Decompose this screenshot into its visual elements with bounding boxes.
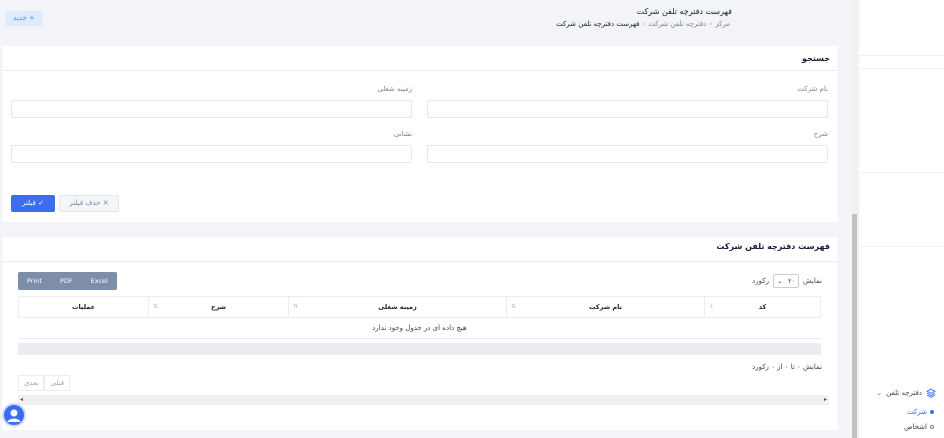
address-input[interactable] bbox=[11, 145, 412, 163]
column-header-code[interactable]: کد ↓ bbox=[704, 296, 821, 318]
show-prefix: نمایش bbox=[802, 277, 822, 285]
chevron-down-icon: ⌄ bbox=[876, 389, 883, 397]
sidebar-item-phonebook[interactable]: دفترچه تلفن ⌄ bbox=[876, 388, 936, 398]
filter-button[interactable]: ✓ فیلتر bbox=[11, 195, 55, 212]
company-name-label: نام شرکت bbox=[797, 85, 828, 93]
bullet-icon bbox=[930, 425, 934, 429]
excel-button[interactable]: Excel bbox=[82, 272, 117, 290]
sidebar-item-label: دفترچه تلفن bbox=[886, 389, 922, 397]
sidebar: دفترچه تلفن ⌄ شرکت اشخاص bbox=[858, 0, 944, 438]
table-footer-bar bbox=[18, 343, 821, 355]
search-card: جستجو نام شرکت زمینه شغلی شرح نشانی ✓ فی… bbox=[2, 46, 838, 222]
export-button-group: Print PDF Excel bbox=[18, 272, 117, 290]
breadcrumb-item-home[interactable]: مرکز bbox=[715, 20, 730, 28]
column-label: شرح bbox=[210, 303, 227, 311]
divider bbox=[2, 70, 838, 71]
support-avatar-button[interactable] bbox=[2, 403, 26, 427]
divider bbox=[2, 261, 838, 262]
address-label: نشانی bbox=[393, 130, 412, 138]
page-size-value: ۲۰ bbox=[788, 277, 795, 285]
sidebar-item-people[interactable]: اشخاص bbox=[904, 423, 934, 431]
next-page-button[interactable]: بعدی bbox=[18, 375, 45, 391]
filter-button-label: فیلتر bbox=[22, 199, 36, 207]
scroll-right-icon[interactable]: ▸ bbox=[824, 396, 827, 403]
column-label: نام شرکت bbox=[588, 303, 622, 311]
column-label: زمینه شغلی bbox=[378, 303, 417, 311]
chevron-left-icon: › bbox=[709, 20, 713, 28]
description-input[interactable] bbox=[427, 145, 828, 163]
print-button[interactable]: Print bbox=[18, 272, 51, 290]
description-label: شرح bbox=[813, 130, 828, 138]
column-header-company-name[interactable]: نام شرکت ⇅ bbox=[506, 296, 705, 318]
company-name-input[interactable] bbox=[427, 100, 828, 118]
clear-filter-button[interactable]: ✕ حذف فیلتر bbox=[59, 195, 119, 212]
chevron-left-icon: › bbox=[642, 20, 646, 28]
pagination: قبلی بعدی bbox=[18, 375, 71, 391]
sidebar-item-label: اشخاص bbox=[904, 423, 927, 431]
table-header-row: کد ↓ نام شرکت ⇅ زمینه شغلی ⇅ شرح ⇅ عملیات bbox=[18, 296, 821, 318]
close-icon: ✕ bbox=[102, 199, 109, 207]
pdf-button[interactable]: PDF bbox=[51, 272, 82, 290]
scroll-left-icon[interactable]: ◂ bbox=[20, 396, 23, 403]
breadcrumb: مرکز›دفترچه تلفن شرکت›فهرست دفترچه تلفن … bbox=[556, 20, 730, 28]
column-header-business-field[interactable]: زمینه شغلی ⇅ bbox=[288, 296, 507, 318]
column-header-actions: عملیات bbox=[18, 296, 149, 318]
column-header-description[interactable]: شرح ⇅ bbox=[148, 296, 289, 318]
check-icon: ✓ bbox=[38, 199, 44, 207]
previous-page-button[interactable]: قبلی bbox=[44, 375, 71, 391]
main-content: فهرست دفترچه تلفن شرکت مرکز›دفترچه تلفن … bbox=[0, 0, 838, 438]
sidebar-item-company[interactable]: شرکت bbox=[907, 408, 934, 416]
breadcrumb-item-phonebook[interactable]: دفترچه تلفن شرکت bbox=[648, 20, 706, 28]
bullet-icon bbox=[930, 410, 934, 414]
divider bbox=[858, 172, 944, 173]
table-row-empty: هیچ داده ای در جدول وجود ندارد bbox=[18, 317, 821, 339]
list-card: فهرست دفترچه تلفن شرکت Print PDF Excel ن… bbox=[2, 237, 838, 430]
user-icon bbox=[7, 409, 21, 422]
column-label: عملیات bbox=[71, 303, 96, 311]
sort-icon: ⇅ bbox=[511, 303, 517, 310]
page-title: فهرست دفترچه تلفن شرکت bbox=[636, 7, 732, 16]
page-size-control: نمایش ۲۰ ⌄ رکورد bbox=[752, 273, 822, 289]
business-field-label: زمینه شغلی bbox=[377, 85, 412, 93]
clear-filter-label: حذف فیلتر bbox=[69, 199, 101, 207]
horizontal-scrollbar[interactable]: ◂ ▸ bbox=[18, 395, 829, 405]
page-size-select[interactable]: ۲۰ ⌄ bbox=[772, 274, 799, 288]
sort-icon: ⇅ bbox=[293, 303, 299, 310]
table-info: نمایش ۰ تا ۰ از ۰ رکورد bbox=[752, 363, 822, 371]
sidebar-item-label: شرکت bbox=[907, 408, 927, 416]
vertical-scroll-thumb[interactable] bbox=[852, 214, 857, 438]
business-field-input[interactable] bbox=[11, 100, 412, 118]
chevron-down-icon: ⌄ bbox=[776, 277, 783, 285]
breadcrumb-item-current: فهرست دفترچه تلفن شرکت bbox=[556, 20, 640, 28]
sort-desc-icon: ↓ bbox=[709, 303, 715, 310]
layers-icon bbox=[926, 388, 936, 398]
list-card-title: فهرست دفترچه تلفن شرکت bbox=[716, 242, 830, 251]
column-label: کد bbox=[758, 303, 767, 311]
divider bbox=[858, 246, 944, 247]
show-suffix: رکورد bbox=[752, 277, 769, 285]
sort-icon: ⇅ bbox=[153, 303, 159, 310]
new-button[interactable]: + جدید bbox=[5, 11, 43, 26]
divider bbox=[858, 68, 944, 69]
empty-message: هیچ داده ای در جدول وجود ندارد bbox=[18, 317, 821, 339]
divider bbox=[858, 55, 944, 56]
data-table: کد ↓ نام شرکت ⇅ زمینه شغلی ⇅ شرح ⇅ عملیات هی… bbox=[18, 296, 821, 339]
search-card-title: جستجو bbox=[802, 54, 830, 63]
